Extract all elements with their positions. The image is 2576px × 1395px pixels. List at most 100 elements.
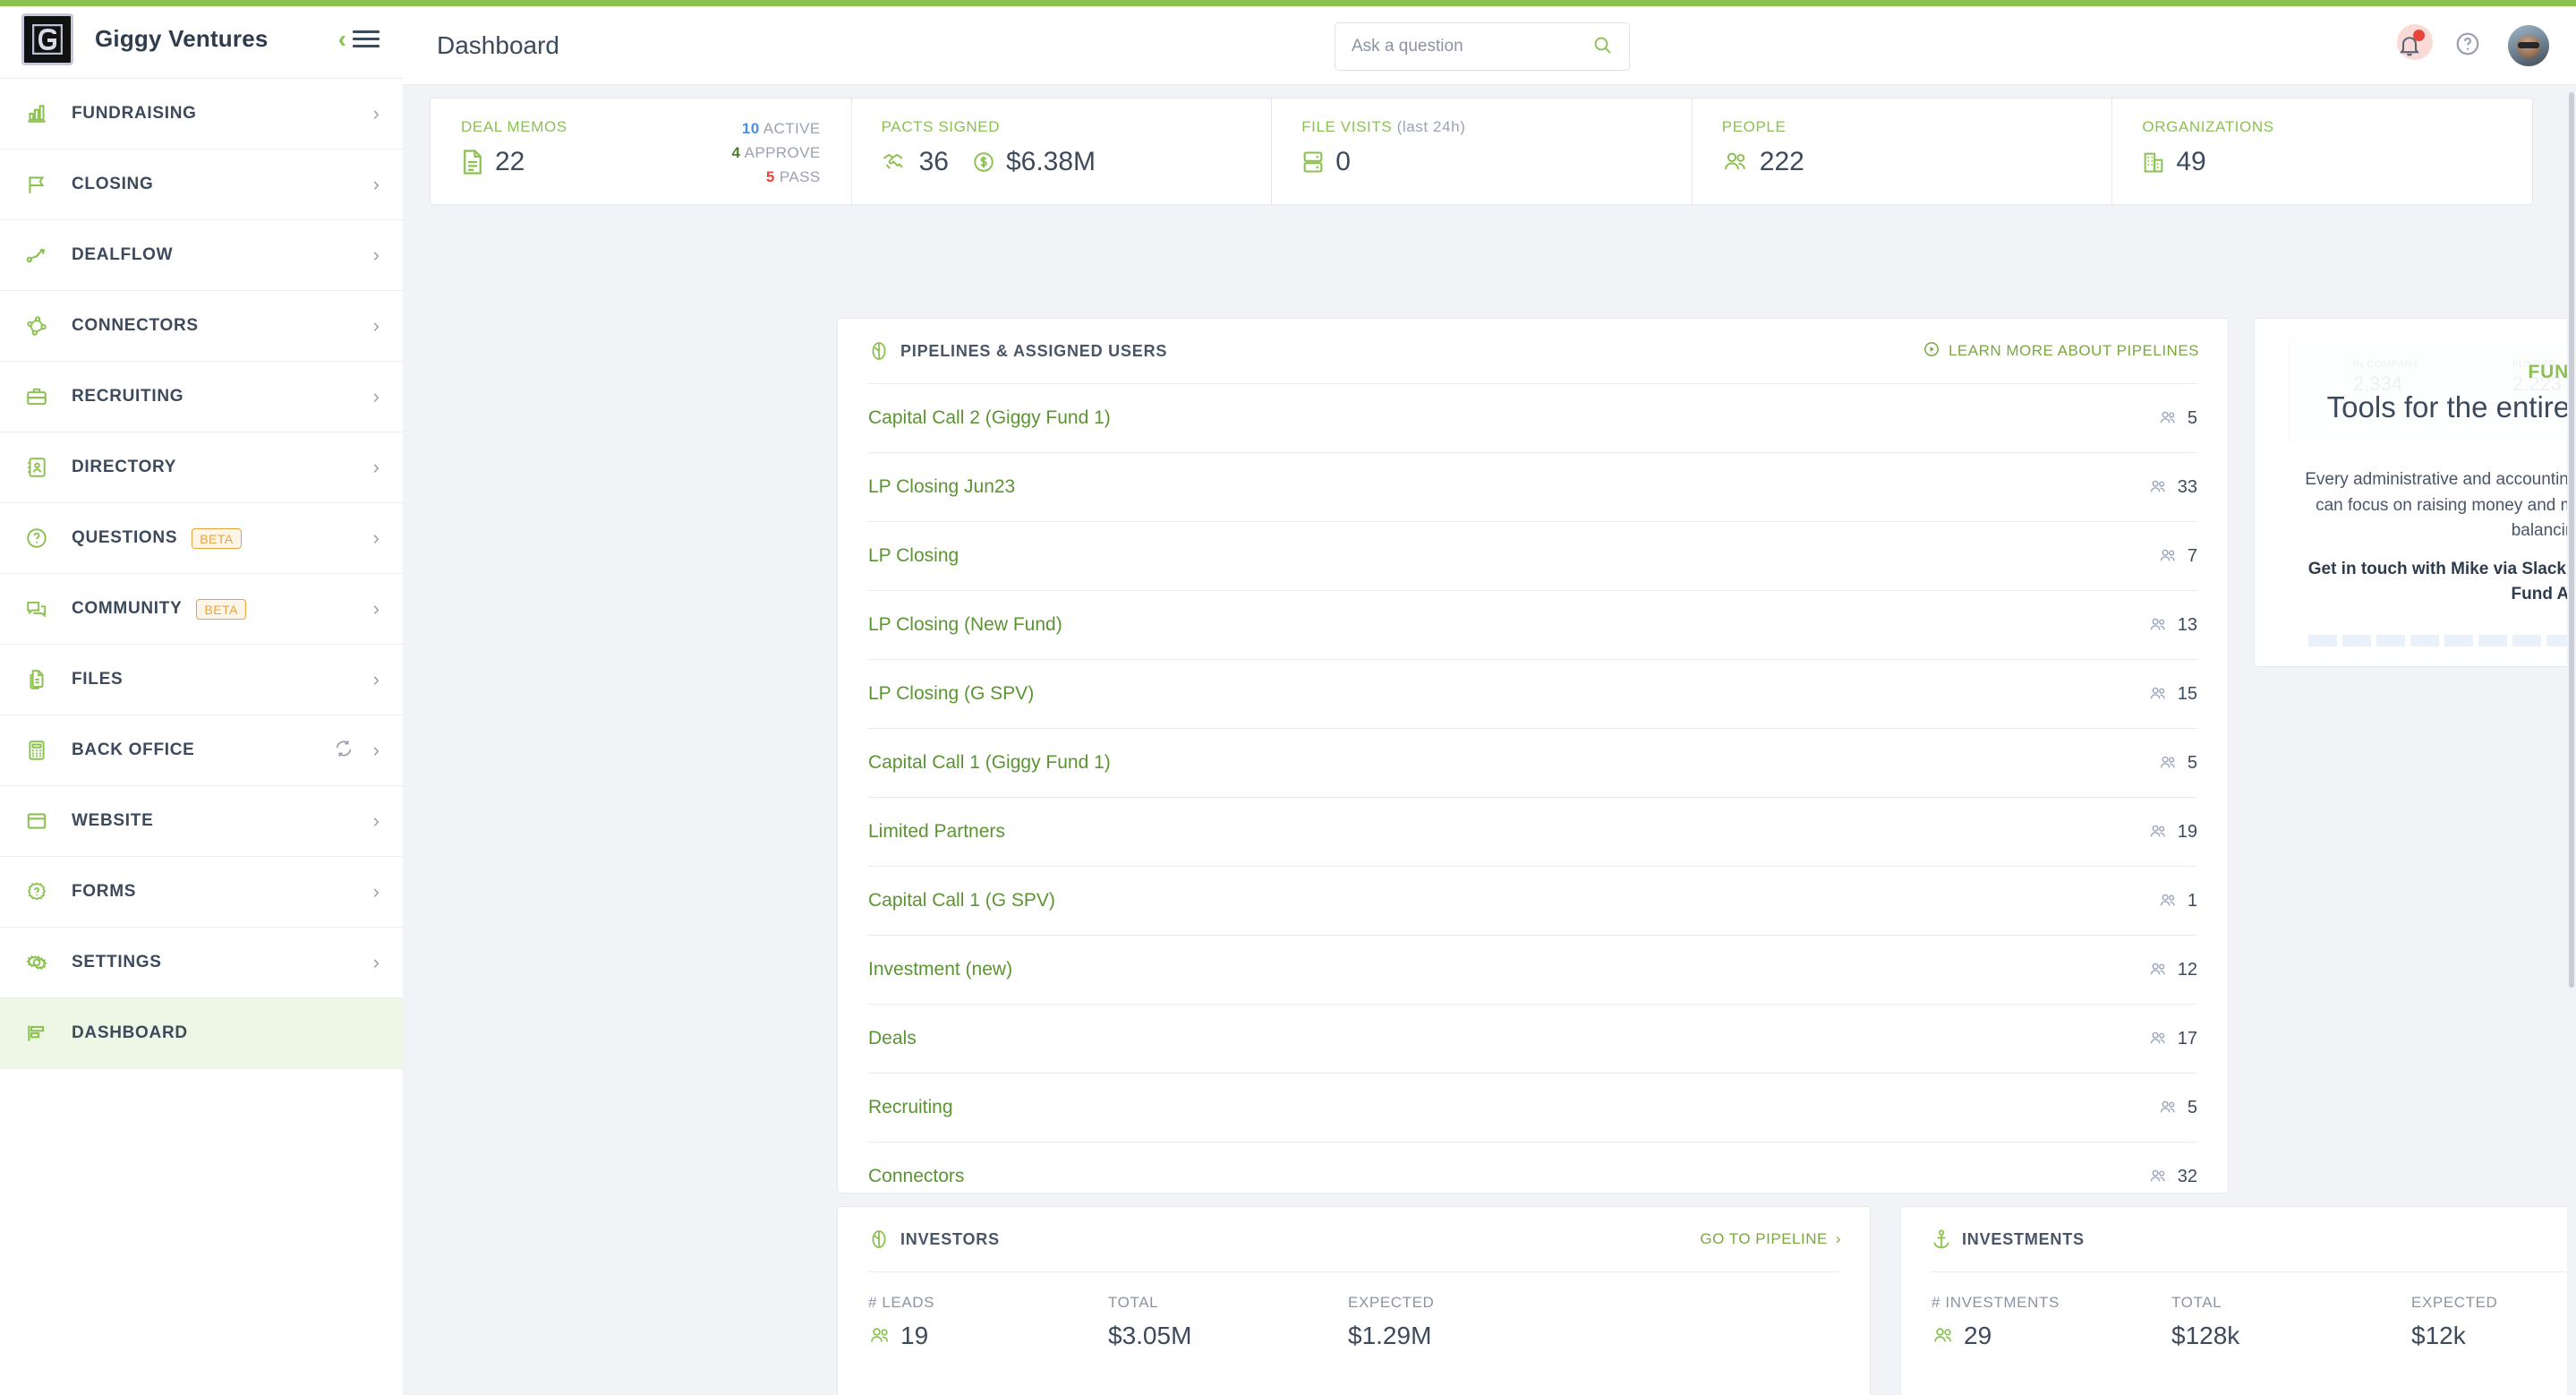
pipeline-name[interactable]: Capital Call 2 (Giggy Fund 1) [868,407,1111,429]
pipelines-title-group: PIPELINES & ASSIGNED USERS [868,340,1167,362]
pipeline-name[interactable]: Limited Partners [868,821,1005,843]
help-circle-icon[interactable] [2454,30,2481,62]
people-icon [1722,150,1749,175]
form-badge-icon [25,880,61,903]
search-icon[interactable] [1591,34,1613,60]
scrollbar-thumb[interactable] [2569,92,2574,988]
people-icon [2148,1030,2168,1048]
search-box[interactable] [1335,22,1630,71]
dollar-circle-icon [972,150,995,174]
kpi-people[interactable]: PEOPLE 222 [1691,98,2112,206]
table-row[interactable]: Capital Call 2 (Giggy Fund 1) 5 [868,383,2197,452]
pipeline-name[interactable]: Capital Call 1 (Giggy Fund 1) [868,752,1111,774]
sidebar-item-expand[interactable]: › [373,953,380,972]
pipeline-name[interactable]: Capital Call 1 (G SPV) [868,890,1055,911]
table-row[interactable]: Limited Partners 19 [868,797,2197,866]
stat-label: TOTAL [1108,1294,1159,1311]
pipeline-user-count: 19 [2148,822,2197,843]
pipeline-name[interactable]: LP Closing (G SPV) [868,683,1034,705]
pipeline-name[interactable]: LP Closing (New Fund) [868,614,1062,636]
sidebar-item-label: FUNDRAISING [72,104,197,123]
sidebar-item-questions[interactable]: QUESTIONS BETA › [0,503,403,574]
sidebar-item-expand[interactable]: › [373,528,380,548]
sidebar-item-back-office[interactable]: BACK OFFICE › [0,715,403,786]
investors-card: INVESTORS GO TO PIPELINE › # LEADS 19 TO… [837,1206,1871,1395]
table-row[interactable]: LP Closing 7 [868,521,2197,590]
investors-stat-total: TOTAL $3.05M [1108,1294,1348,1350]
sidebar-item-expand[interactable]: › [373,811,380,831]
sidebar-item-expand[interactable]: › [373,104,380,124]
pipeline-user-count: 5 [2158,408,2197,429]
sidebar-item-website[interactable]: WEBSITE › [0,786,403,857]
server-icon [1301,150,1325,175]
sidebar-item-community[interactable]: COMMUNITY BETA › [0,574,403,645]
sidebar-item-connectors[interactable]: CONNECTORS › [0,291,403,362]
stat-label: EXPECTED [1348,1294,1435,1311]
dashboard-app: Giggy Ventures ‹ FUNDRAISING › CLOSING ›… [0,0,2576,1395]
table-row[interactable]: Deals 17 [868,1004,2197,1073]
sidebar-item-fundraising[interactable]: FUNDRAISING › [0,79,403,150]
kpi-organizations[interactable]: ORGANIZATIONS 49 [2111,98,2532,206]
kpi-label: ORGANIZATIONS [2142,118,2274,135]
table-row[interactable]: LP Closing (New Fund) 13 [868,590,2197,659]
sidebar-item-expand[interactable]: › [373,458,380,477]
sidebar-item-expand[interactable]: › [373,316,380,336]
pipeline-name[interactable]: LP Closing [868,545,959,567]
table-row[interactable]: Investment (new) 12 [868,935,2197,1004]
kpi-pacts-signed[interactable]: PACTS SIGNED 36 $6.38M [850,98,1272,206]
table-row[interactable]: Recruiting 5 [868,1073,2197,1142]
sidebar-item-label: DASHBOARD [72,1023,188,1042]
investors-go-to-pipeline-link[interactable]: GO TO PIPELINE › [1700,1230,1841,1248]
table-row[interactable]: Capital Call 1 (G SPV) 1 [868,866,2197,935]
sidebar-item-label: SETTINGS [72,953,162,971]
table-row[interactable]: Connectors 32 [868,1142,2197,1211]
sidebar-item-expand[interactable]: › [373,387,380,407]
sidebar-item-label: FILES [72,670,124,689]
documents-icon [25,668,61,691]
pipeline-name[interactable]: Connectors [868,1166,964,1187]
table-row[interactable]: LP Closing Jun23 33 [868,452,2197,521]
chevron-right-icon: › [372,102,380,124]
search-input[interactable] [1352,37,1591,56]
chevron-right-icon: › [372,526,380,549]
sidebar-item-expand[interactable]: › [373,882,380,902]
sidebar-item-expand[interactable]: › [373,175,380,194]
pipeline-name[interactable]: Deals [868,1028,917,1049]
sidebar-item-expand[interactable]: › [373,245,380,265]
sidebar-item-right-group: › [334,739,380,763]
sidebar-item-directory[interactable]: DIRECTORY › [0,432,403,503]
pipeline-name[interactable]: Recruiting [868,1097,953,1118]
people-icon [868,1325,891,1347]
learn-more-pipelines-link[interactable]: LEARN MORE ABOUT PIPELINES [1923,340,2199,363]
pipeline-name[interactable]: LP Closing Jun23 [868,476,1015,498]
kpi-main: PACTS SIGNED 36 $6.38M [882,118,1096,204]
pipeline-name[interactable]: Investment (new) [868,959,1012,980]
kpi-deal-memos[interactable]: DEAL MEMOS 22 10 ACTIVE 4 APPROVE 5 PASS [431,98,851,204]
sidebar-item-expand[interactable]: › [373,599,380,619]
table-row[interactable]: Capital Call 1 (Giggy Fund 1) 5 [868,728,2197,797]
sidebar-item-forms[interactable]: FORMS › [0,857,403,928]
notifications-button[interactable] [2392,24,2433,64]
sidebar-item-files[interactable]: FILES › [0,645,403,715]
people-icon [2158,754,2178,772]
pie-slice-icon [868,1228,890,1250]
kpi-file-visits[interactable]: FILE VISITS (last 24h) 0 [1271,98,1692,206]
sync-icon[interactable] [334,739,354,763]
play-circle-icon [1923,340,1941,363]
sidebar-collapse-button[interactable]: ‹ [338,26,380,52]
chevron-right-icon[interactable]: › [373,740,380,760]
vertical-scrollbar[interactable] [2567,85,2576,1395]
chevron-right-icon: › [372,951,380,973]
table-row[interactable]: LP Closing (G SPV) 15 [868,659,2197,728]
sidebar-item-dashboard[interactable]: DASHBOARD [0,998,403,1069]
user-avatar[interactable] [2508,25,2549,66]
fund-admin-promo-card[interactable]: IN COMPANY 2,334 FUNDED 2,223 MANAGEMENT… [2254,318,2576,667]
kpi-value: 222 [1759,147,1804,176]
sidebar-item-settings[interactable]: SETTINGS › [0,928,403,998]
sidebar-item-recruiting[interactable]: RECRUITING › [0,362,403,432]
sidebar-item-expand[interactable]: › [373,670,380,689]
sidebar-item-closing[interactable]: CLOSING › [0,150,403,220]
sidebar-item-dealflow[interactable]: DEALFLOW › [0,220,403,291]
kpi-value: 22 [495,147,525,176]
stat-label: # LEADS [868,1294,935,1311]
